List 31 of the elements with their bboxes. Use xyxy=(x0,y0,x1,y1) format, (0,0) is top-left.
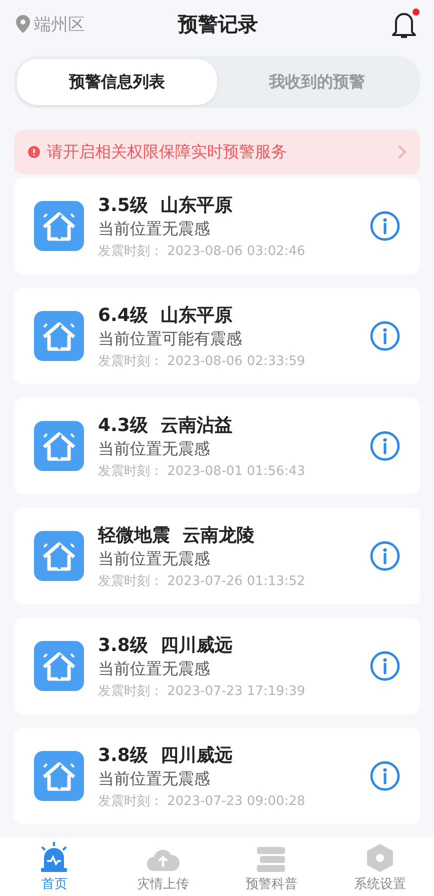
quake-record-card[interactable]: 3.5级 山东平原 当前位置无震感 发震时刻： 2023-08-06 03:02:46 xyxy=(14,178,420,274)
quake-record-card[interactable]: 轻微地震 云南龙陵 当前位置无震感 发震时刻： 2023-07-26 01:13:52 xyxy=(14,508,420,604)
felt-status: 当前位置无震感 xyxy=(98,658,211,680)
quake-headline: 6.4级 山东平原 xyxy=(98,304,234,326)
nav-tab[interactable]: 灾情上传 xyxy=(108,838,217,896)
felt-status: 当前位置无震感 xyxy=(98,768,211,790)
quake-record-card[interactable]: 6.4级 山东平原 当前位置可能有震感 发震时刻： 2023-08-06 02:33:59 xyxy=(14,288,420,384)
quake-headline: 轻微地震 云南龙陵 xyxy=(98,524,256,546)
quake-time: 发震时刻： 2023-08-06 02:33:59 xyxy=(98,352,306,370)
banner-text: 请开启相关权限保障实时预警服务 xyxy=(47,142,288,162)
nav-tab[interactable]: 系统设置 xyxy=(326,838,434,896)
felt-status: 当前位置无震感 xyxy=(98,438,211,460)
quake-time: 发震时刻： 2023-07-23 17:19:39 xyxy=(98,682,306,700)
quake-record-card[interactable]: 3.8级 四川威远 当前位置无震感 发震时刻： 2023-07-23 09:00:28 xyxy=(14,728,420,824)
quake-headline: 3.5级 山东平原 xyxy=(98,194,234,216)
felt-status: 当前位置可能有震感 xyxy=(98,328,243,350)
quake-time: 发震时刻： 2023-08-01 01:56:43 xyxy=(98,462,306,480)
felt-status: 当前位置无震感 xyxy=(98,218,211,240)
quake-time: 发震时刻： 2023-07-26 01:13:52 xyxy=(98,572,306,590)
quake-time: 发震时刻： 2023-07-23 09:00:28 xyxy=(98,792,306,810)
quake-headline: 3.8级 四川威远 xyxy=(98,744,234,766)
quake-record-card[interactable]: 3.8级 四川威远 当前位置无震感 发震时刻： 2023-07-23 17:19:39 xyxy=(14,618,420,714)
nav-tab[interactable]: 预警科普 xyxy=(217,838,326,896)
nav-tab[interactable]: 首页 xyxy=(0,838,108,896)
quake-record-card[interactable]: 4.3级 云南沾益 当前位置无震感 发震时刻： 2023-08-01 01:56:43 xyxy=(14,398,420,494)
quake-time: 发震时刻： 2023-08-06 03:02:46 xyxy=(98,242,306,260)
quake-headline: 3.8级 四川威远 xyxy=(98,634,234,656)
felt-status: 当前位置无震感 xyxy=(98,548,211,570)
quake-headline: 4.3级 云南沾益 xyxy=(98,414,234,436)
page-title: 预警记录 xyxy=(178,10,258,38)
list-tab[interactable]: 预警信息列表 xyxy=(17,59,217,105)
